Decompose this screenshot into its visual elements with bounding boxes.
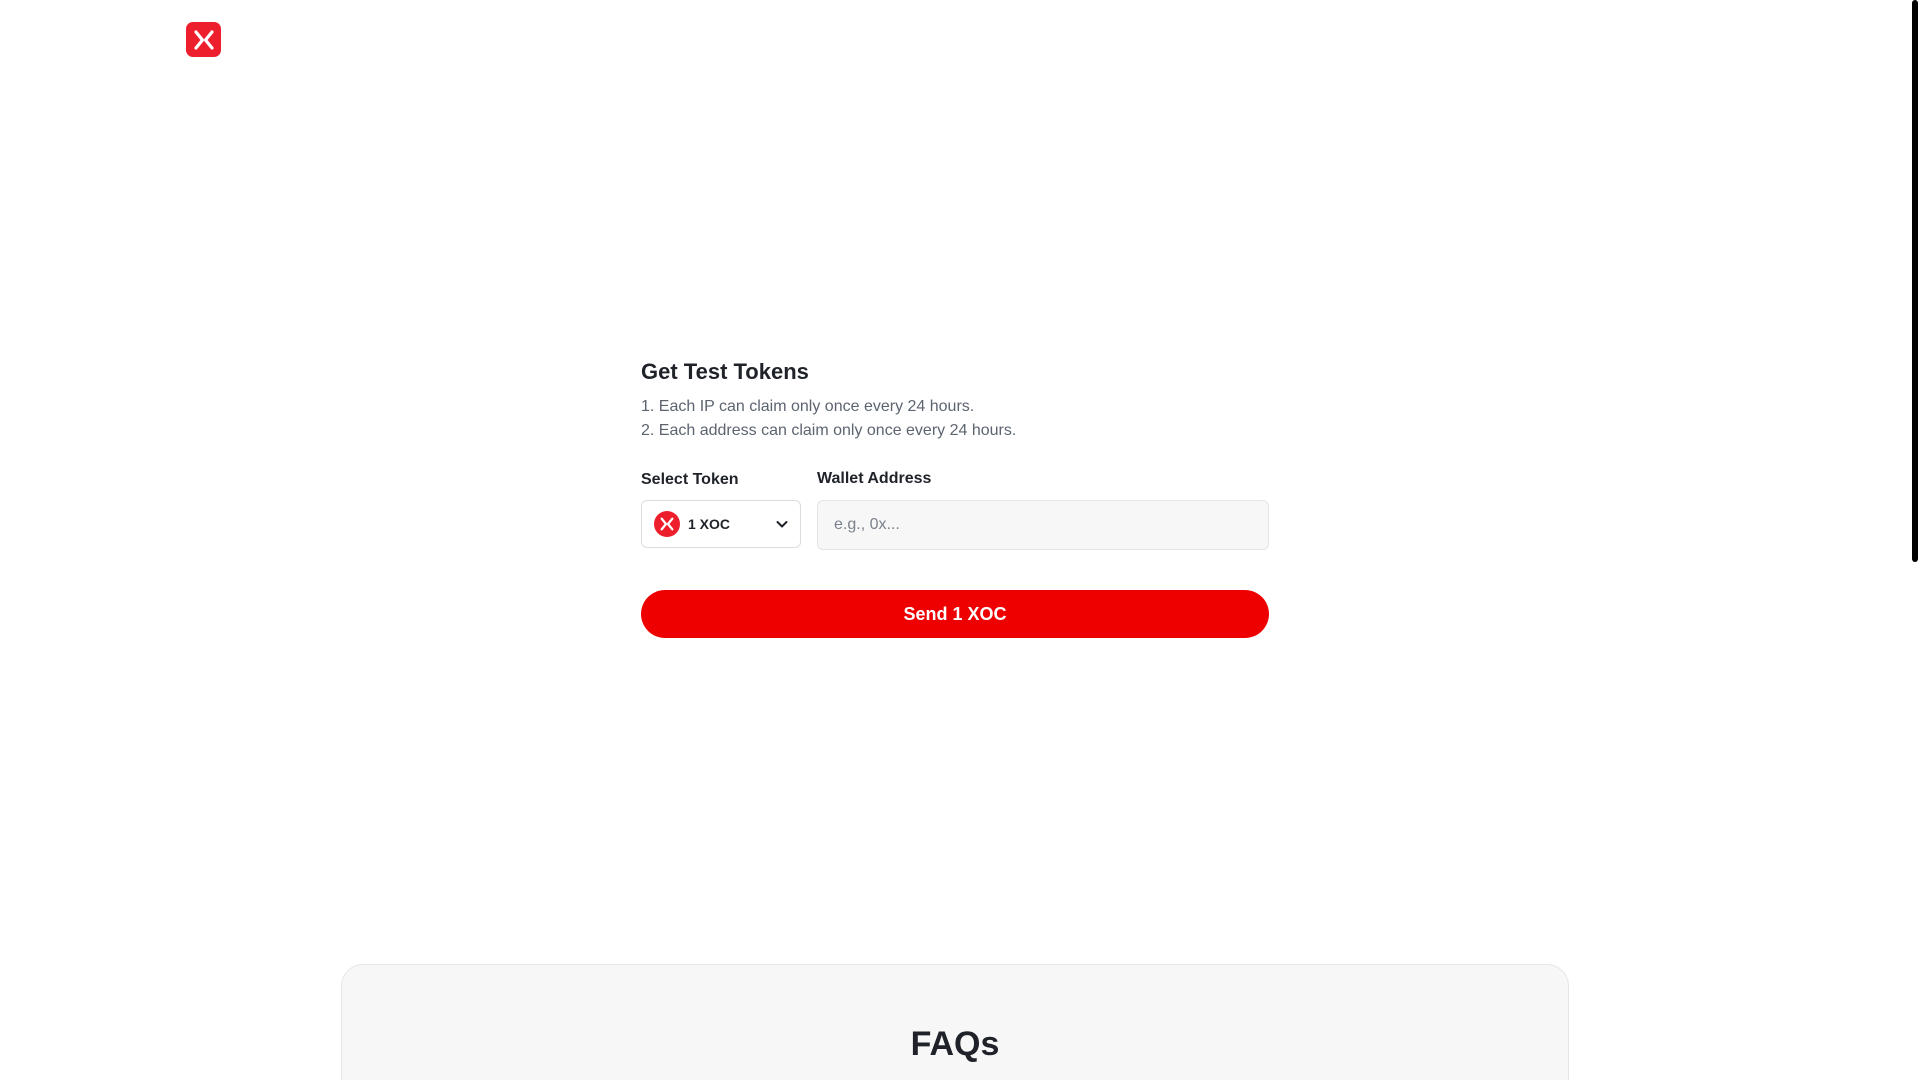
site-header [0, 0, 1910, 80]
rule-item: 2. Each address can claim only once ever… [641, 422, 1017, 439]
scrollbar[interactable] [1910, 0, 1920, 1080]
faq-section: FAQs [341, 964, 1569, 1080]
wallet-label: Wallet Address [817, 470, 932, 487]
page: Get Test Tokens 1. Each IP can claim onl… [0, 0, 1920, 1080]
scrollbar-thumb[interactable] [1912, 0, 1918, 562]
token-field: Select Token 1 XOC [641, 469, 801, 550]
page-title: Get Test Tokens [641, 359, 809, 384]
wallet-field: Wallet Address [817, 469, 1269, 550]
faucet-form: Get Test Tokens 1. Each IP can claim onl… [641, 355, 1269, 638]
faq-title: FAQs [910, 1025, 1000, 1063]
token-select[interactable]: 1 XOC [641, 500, 801, 548]
form-row: Select Token 1 XOC Wallet Address e.g., … [641, 469, 1269, 550]
xoc-token-icon [654, 511, 680, 537]
send-button[interactable]: Send 1 XOC [641, 590, 1269, 638]
x-logo-icon[interactable] [186, 22, 221, 57]
rule-item: 1. Each IP can claim only once every 24 … [641, 398, 975, 415]
wallet-address-input[interactable] [817, 500, 1269, 550]
chevron-down-icon [774, 516, 790, 532]
token-label: Select Token [641, 471, 739, 488]
claim-rules: 1. Each IP can claim only once every 24 … [641, 395, 1269, 443]
token-value: 1 XOC [688, 516, 731, 532]
